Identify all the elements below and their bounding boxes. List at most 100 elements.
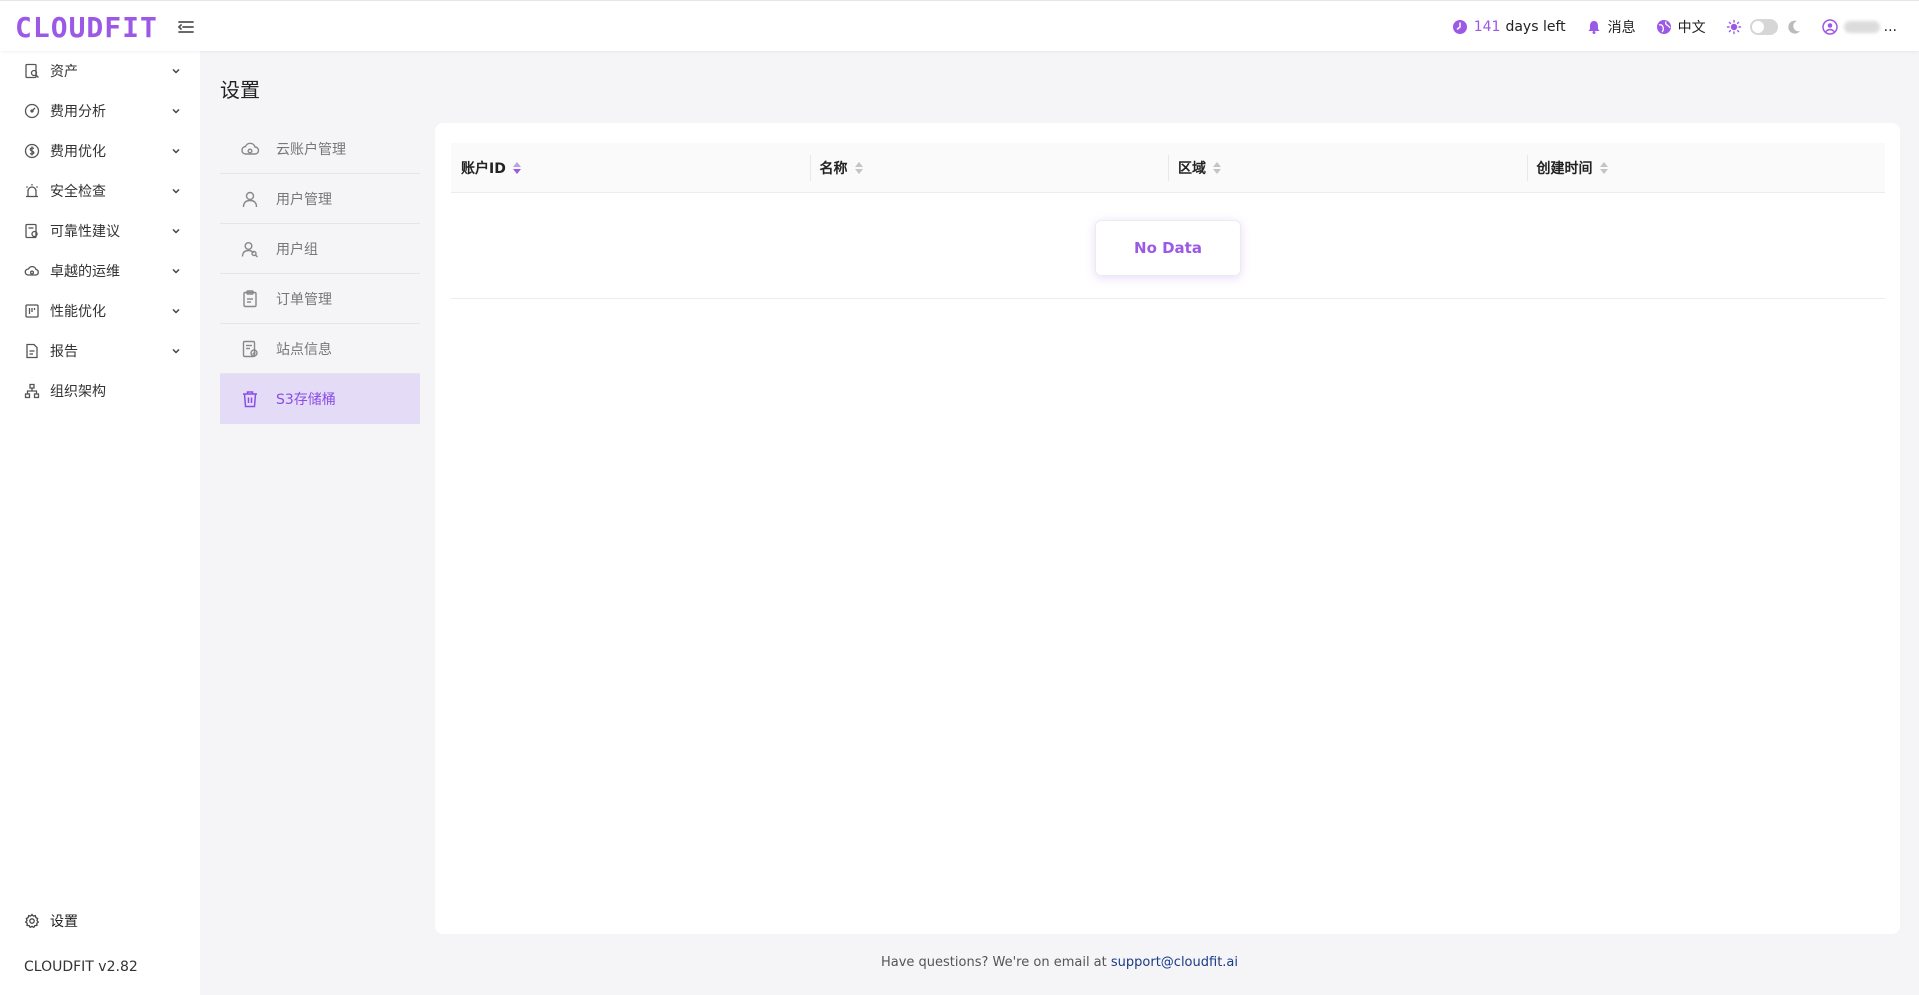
app-logo[interactable]: CLOUDFIT [15, 11, 158, 44]
chevron-down-icon [170, 185, 182, 197]
subnav-cloud-accounts[interactable]: 云账户管理 [220, 124, 420, 174]
subnav-label: S3存储桶 [276, 392, 336, 408]
sort-icon[interactable] [1212, 161, 1222, 175]
subnav-s3-buckets[interactable]: S3存储桶 [220, 374, 420, 424]
sidebar-nav: 资产 费用分析 费用优化 安全检查 可靠性建议 卓越的运维 性能优化 报告 组织… [0, 51, 200, 411]
top-bar: CLOUDFIT 141 days left 消息 中文 ... [0, 0, 1919, 51]
column-header-created-time[interactable]: 创建时间 [1526, 143, 1886, 192]
user-menu[interactable]: ... [1821, 18, 1897, 35]
page-title: 设置 [220, 78, 260, 102]
user-icon [240, 189, 260, 209]
sidebar-item-assets[interactable]: 资产 [0, 51, 200, 91]
subnav-label: 云账户管理 [276, 141, 346, 158]
gear-icon [24, 913, 40, 929]
sidebar-item-performance[interactable]: 性能优化 [0, 291, 200, 331]
subnav-user-groups[interactable]: 用户组 [220, 224, 420, 274]
sort-icon[interactable] [1599, 161, 1609, 175]
column-label: 创建时间 [1536, 160, 1593, 177]
sort-icon[interactable] [512, 161, 522, 175]
user-name-ellipsis: ... [1883, 18, 1897, 35]
bucket-icon [240, 389, 260, 409]
chevron-down-icon [170, 65, 182, 77]
table-body-empty: No Data [451, 193, 1885, 299]
column-header-name[interactable]: 名称 [809, 143, 1169, 192]
language-label: 中文 [1677, 19, 1706, 36]
subnav-label: 站点信息 [276, 341, 332, 358]
gauge-icon [24, 103, 40, 119]
column-label: 账户ID [461, 160, 506, 177]
sidebar: 资产 费用分析 费用优化 安全检查 可靠性建议 卓越的运维 性能优化 报告 组织… [0, 51, 200, 995]
moon-icon [1786, 19, 1802, 35]
chevron-down-icon [170, 345, 182, 357]
settings-label: 设置 [50, 914, 78, 930]
page-footer: Have questions? We're on email at suppor… [200, 955, 1919, 970]
theme-switch[interactable] [1726, 18, 1802, 35]
column-header-account-id[interactable]: 账户ID [451, 143, 810, 192]
sidebar-item-label: 费用优化 [50, 144, 106, 160]
trial-days-left[interactable]: 141 days left [1452, 19, 1566, 35]
chevron-down-icon [170, 105, 182, 117]
support-email-link[interactable]: support@cloudfit.ai [1111, 955, 1238, 970]
doc-check-icon [24, 223, 40, 239]
subnav-order-management[interactable]: 订单管理 [220, 274, 420, 324]
clock-icon [1452, 19, 1468, 35]
cloud-icon [24, 263, 40, 279]
empty-state: No Data [1095, 220, 1241, 276]
sidebar-item-reports[interactable]: 报告 [0, 331, 200, 371]
column-header-region[interactable]: 区域 [1168, 143, 1527, 192]
sidebar-item-label: 卓越的运维 [50, 264, 120, 280]
theme-toggle[interactable] [1749, 18, 1778, 35]
order-icon [240, 289, 260, 309]
column-label: 区域 [1178, 160, 1206, 177]
chevron-down-icon [170, 265, 182, 277]
user-name-redacted [1843, 20, 1880, 33]
bell-icon [1586, 19, 1602, 35]
site-info-icon [240, 339, 260, 359]
org-chart-icon [24, 383, 40, 399]
s3-buckets-table: 账户ID 名称 区域 创建时间 No Data [451, 143, 1885, 299]
footer-text: Have questions? We're on email at [880, 955, 1107, 970]
sidebar-item-cost-analysis[interactable]: 费用分析 [0, 91, 200, 131]
sun-icon [1726, 19, 1742, 35]
days-left-number: 141 [1473, 18, 1501, 35]
sidebar-item-organization[interactable]: 组织架构 [0, 371, 200, 411]
sidebar-item-label: 组织架构 [50, 384, 106, 400]
sidebar-item-label: 性能优化 [50, 304, 106, 320]
avatar-icon [1821, 18, 1838, 35]
days-left-text: days left [1505, 18, 1566, 35]
table-header: 账户ID 名称 区域 创建时间 [451, 143, 1885, 193]
alarm-icon [24, 183, 40, 199]
language-switcher[interactable]: 中文 [1656, 17, 1706, 37]
sidebar-item-label: 可靠性建议 [50, 224, 120, 240]
column-label: 名称 [819, 160, 848, 177]
board-icon [24, 303, 40, 319]
sidebar-item-label: 费用分析 [50, 104, 106, 120]
asset-search-icon [24, 63, 40, 79]
sidebar-item-label: 资产 [50, 64, 78, 80]
sidebar-item-cost-optimization[interactable]: 费用优化 [0, 131, 200, 171]
globe-icon [1656, 19, 1672, 35]
sidebar-item-security-check[interactable]: 安全检查 [0, 171, 200, 211]
chevron-down-icon [170, 305, 182, 317]
dollar-circle-icon [24, 143, 40, 159]
user-group-icon [240, 239, 260, 259]
sort-icon[interactable] [854, 161, 864, 175]
sidebar-item-settings[interactable]: 设置 [0, 901, 200, 941]
sidebar-item-label: 安全检查 [50, 184, 106, 200]
sidebar-item-label: 报告 [50, 344, 78, 360]
subnav-user-management[interactable]: 用户管理 [220, 174, 420, 224]
chevron-down-icon [170, 145, 182, 157]
messages-button[interactable]: 消息 [1586, 17, 1636, 37]
s3-buckets-panel: 账户ID 名称 区域 创建时间 No Data [435, 123, 1900, 934]
subnav-label: 用户组 [276, 241, 318, 258]
chevron-down-icon [170, 225, 182, 237]
messages-label: 消息 [1607, 19, 1636, 36]
sidebar-item-reliability[interactable]: 可靠性建议 [0, 211, 200, 251]
topbar-actions: 141 days left 消息 中文 ... [1432, 1, 1897, 52]
subnav-site-info[interactable]: 站点信息 [220, 324, 420, 374]
menu-collapse-icon[interactable] [176, 17, 196, 37]
cloud-account-icon [240, 139, 260, 159]
subnav-label: 订单管理 [276, 291, 332, 308]
app-version: CLOUDFIT v2.82 [24, 959, 138, 975]
sidebar-item-operational-excellence[interactable]: 卓越的运维 [0, 251, 200, 291]
